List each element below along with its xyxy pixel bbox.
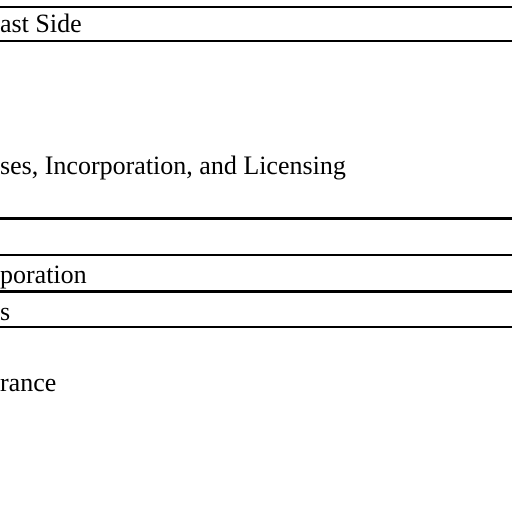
table-rule (0, 6, 512, 8)
table-rule (0, 40, 512, 42)
text-line-s: s (0, 297, 11, 326)
text-line-incorporation: poration (0, 260, 87, 289)
table-rule (0, 217, 512, 220)
text-line-licensing: ses, Incorporation, and Licensing (0, 151, 346, 180)
table-rule (0, 254, 512, 256)
text-line-east-side: ast Side (0, 9, 82, 38)
table-rule (0, 290, 512, 293)
table-rule (0, 326, 512, 328)
text-line-insurance: rance (0, 368, 57, 397)
